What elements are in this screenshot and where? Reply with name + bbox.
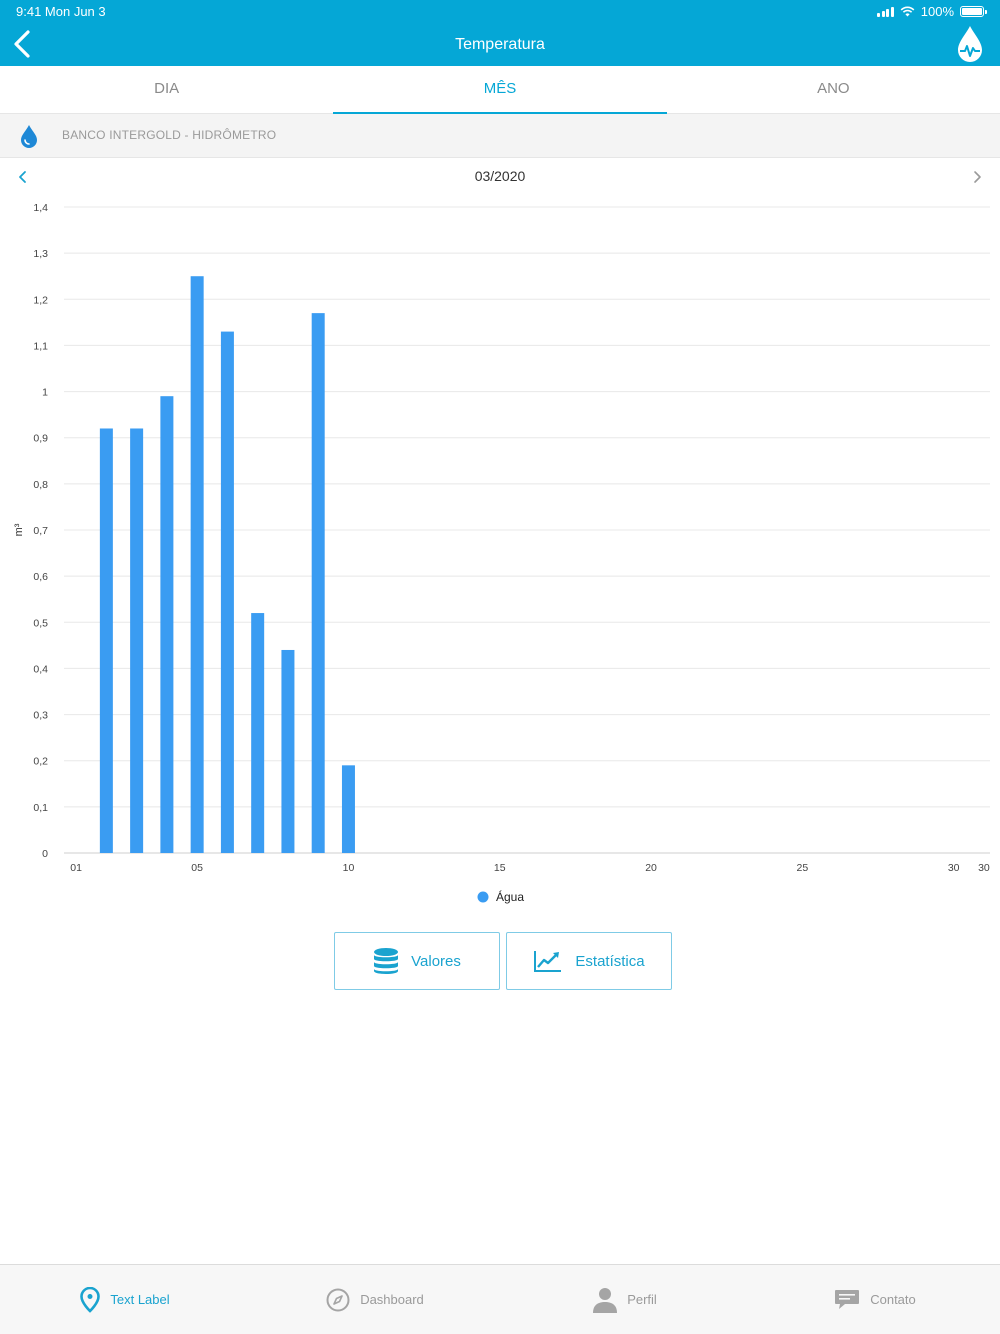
y-tick-label: 1 bbox=[42, 387, 48, 399]
bottom-tab-bar: Text Label Dashboard Perfil Contato bbox=[0, 1264, 1000, 1334]
location-pin-icon bbox=[80, 1286, 101, 1313]
chart-bar[interactable] bbox=[160, 396, 174, 853]
y-tick-label: 0,1 bbox=[33, 802, 48, 814]
tabbar-item-dashboard[interactable]: Dashboard bbox=[250, 1265, 500, 1334]
tabbar-label: Dashboard bbox=[360, 1292, 424, 1307]
x-tick-label: 30 bbox=[948, 862, 960, 874]
tab-ano[interactable]: ANO bbox=[667, 66, 1000, 113]
tabbar-label: Text Label bbox=[110, 1292, 170, 1307]
x-tick-label: 01 bbox=[70, 862, 82, 874]
y-tick-label: 1,2 bbox=[33, 294, 48, 306]
y-tick-label: 0,4 bbox=[33, 663, 48, 675]
y-axis-label: m³ bbox=[13, 523, 25, 536]
database-icon bbox=[374, 948, 399, 974]
x-tick-label: 20 bbox=[645, 862, 657, 874]
legend-label: Água bbox=[496, 889, 524, 904]
battery-percent: 100% bbox=[920, 4, 954, 19]
compass-icon bbox=[326, 1288, 350, 1311]
battery-icon bbox=[960, 6, 987, 17]
estatistica-button[interactable]: Estatística bbox=[506, 932, 672, 990]
status-indicators: 100% bbox=[877, 4, 987, 19]
chart-bar[interactable] bbox=[311, 313, 325, 854]
next-period-button[interactable] bbox=[968, 168, 986, 186]
period-label: 03/2020 bbox=[474, 168, 526, 184]
period-tabs: DIA MÊS ANO bbox=[0, 66, 1000, 114]
chat-bubble-icon bbox=[835, 1289, 860, 1309]
tabbar-item-text-label[interactable]: Text Label bbox=[0, 1265, 250, 1334]
valores-button[interactable]: Valores bbox=[334, 932, 500, 990]
estatistica-label: Estatística bbox=[575, 952, 645, 970]
chart-actions: Valores Estatística bbox=[334, 932, 672, 990]
legend-swatch bbox=[477, 891, 489, 903]
chart-bar[interactable] bbox=[341, 765, 355, 853]
x-tick-label: 25 bbox=[797, 862, 809, 874]
chart-legend: Água bbox=[477, 889, 524, 904]
device-selector[interactable]: BANCO INTERGOLD - HIDRÔMETRO bbox=[0, 114, 1000, 158]
valores-label: Valores bbox=[411, 952, 461, 970]
period-navigator: 03/2020 bbox=[0, 160, 1000, 194]
y-tick-label: 0,9 bbox=[33, 433, 48, 445]
tabbar-item-perfil[interactable]: Perfil bbox=[500, 1265, 750, 1334]
tabbar-label: Contato bbox=[870, 1292, 916, 1307]
water-drop-logo-icon bbox=[958, 26, 982, 62]
y-tick-label: 0,6 bbox=[33, 571, 48, 583]
page-title: Temperatura bbox=[455, 36, 545, 53]
person-icon bbox=[593, 1287, 618, 1313]
tabbar-item-contato[interactable]: Contato bbox=[750, 1265, 1000, 1334]
chevron-right-icon bbox=[974, 171, 981, 183]
y-tick-label: 0,2 bbox=[33, 756, 48, 768]
x-tick-label: 10 bbox=[343, 862, 355, 874]
line-chart-icon bbox=[534, 951, 562, 972]
bar-chart: 0 0,1 0,2 0,3 0,4 0,5 0,6 0,7 0,8 0,9 1 1,1 1,2 1,3 1,… bbox=[13, 202, 990, 904]
wifi-icon bbox=[900, 6, 915, 17]
chart-bar[interactable] bbox=[251, 613, 265, 853]
chart-bar[interactable] bbox=[130, 428, 144, 853]
y-tick-label: 0,7 bbox=[33, 525, 48, 537]
cellular-signal-icon bbox=[877, 6, 894, 17]
chart-bar[interactable] bbox=[99, 428, 113, 853]
device-name: BANCO INTERGOLD - HIDRÔMETRO bbox=[62, 128, 277, 142]
consumption-chart: 0 0,1 0,2 0,3 0,4 0,5 0,6 0,7 0,8 0,9 1 1,1 1,2 1,3 1,… bbox=[0, 194, 1000, 914]
y-tick-label: 0 bbox=[42, 848, 48, 860]
tabbar-label: Perfil bbox=[627, 1292, 657, 1307]
water-drop-icon bbox=[21, 125, 37, 148]
y-tick-label: 1,1 bbox=[33, 340, 48, 352]
y-tick-label: 0,3 bbox=[33, 710, 48, 722]
y-tick-label: 0,8 bbox=[33, 479, 48, 491]
y-tick-label: 1,4 bbox=[33, 202, 48, 214]
app-header: 9:41 Mon Jun 3 100% Temperatura bbox=[0, 0, 1000, 66]
status-time: 9:41 Mon Jun 3 bbox=[16, 4, 106, 19]
x-tick-label: 30 bbox=[978, 862, 990, 874]
chart-bar[interactable] bbox=[190, 276, 204, 853]
y-tick-label: 1,3 bbox=[33, 248, 48, 260]
x-tick-label: 15 bbox=[494, 862, 506, 874]
y-tick-label: 0,5 bbox=[33, 617, 48, 629]
x-tick-label: 05 bbox=[191, 862, 203, 874]
chart-bar[interactable] bbox=[220, 331, 234, 853]
tab-dia[interactable]: DIA bbox=[0, 66, 333, 113]
tab-mes[interactable]: MÊS bbox=[333, 66, 667, 114]
chart-bar[interactable] bbox=[281, 649, 295, 853]
